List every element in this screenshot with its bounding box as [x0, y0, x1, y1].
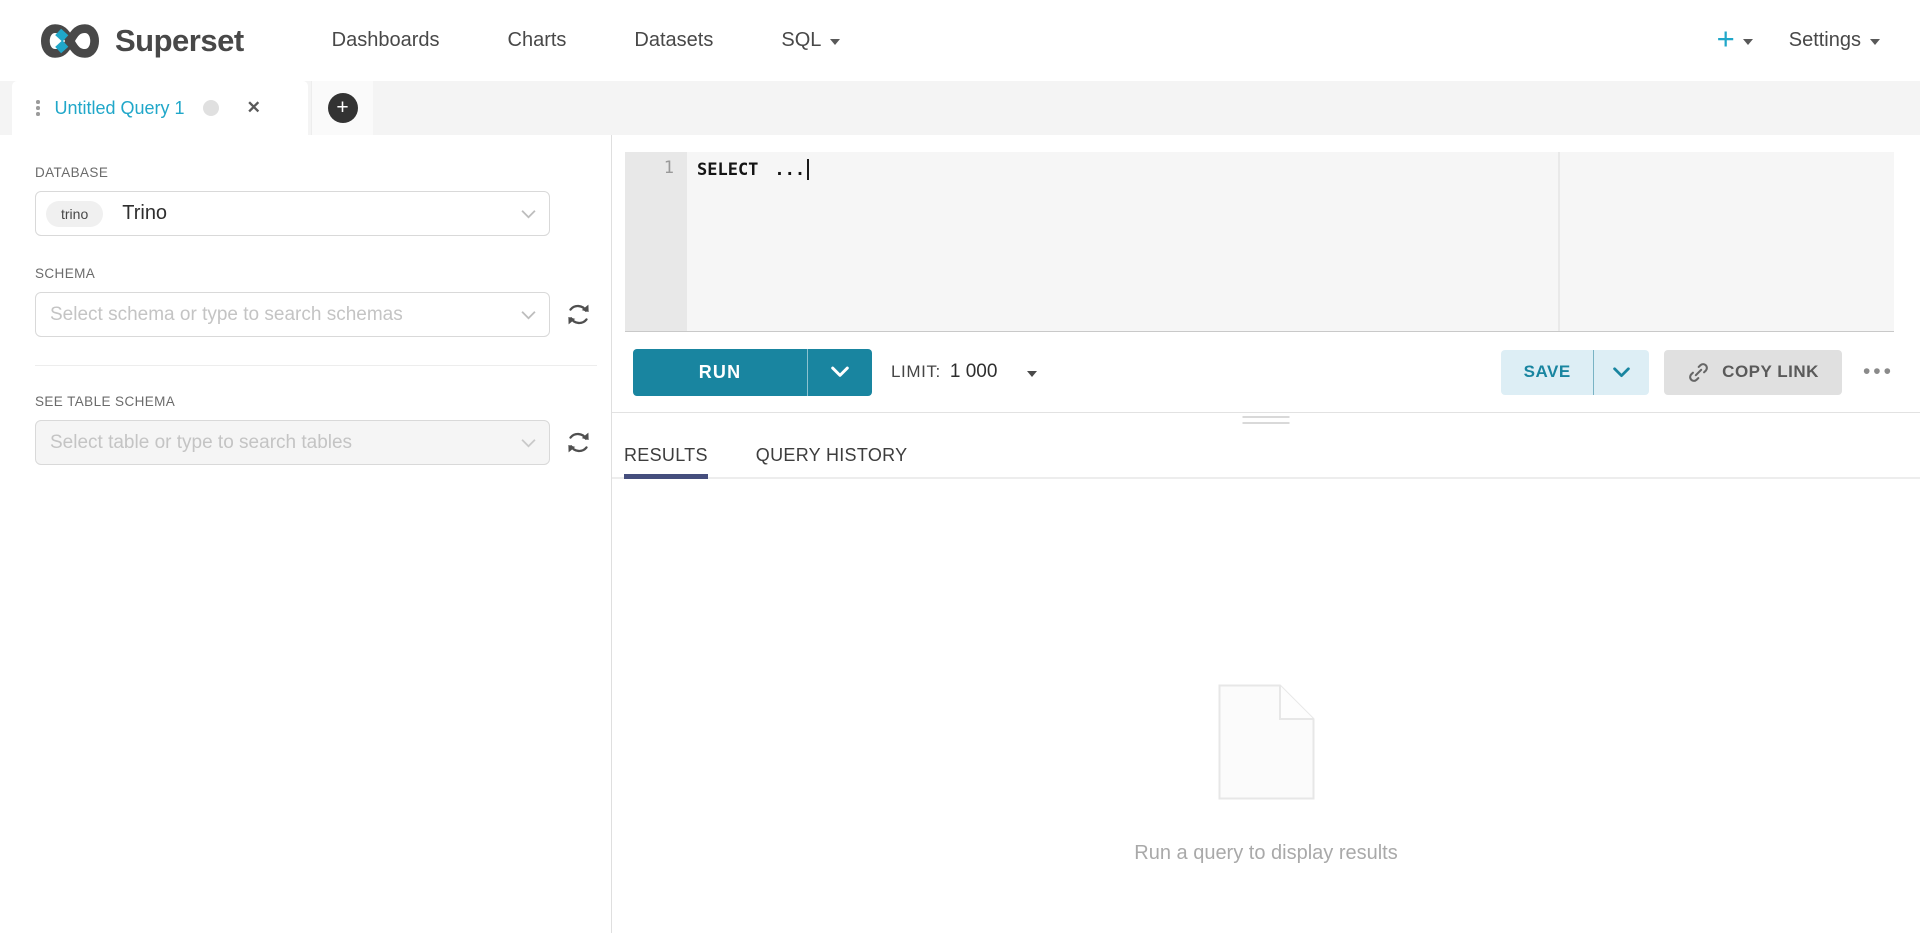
chevron-down-icon	[521, 209, 536, 219]
resize-drag-handle-icon[interactable]	[1243, 416, 1290, 424]
tab-untitled-query-1[interactable]: Untitled Query 1 ✕	[12, 81, 308, 135]
nav-sql-menu[interactable]: SQL	[781, 29, 840, 52]
refresh-tables-icon[interactable]	[565, 429, 592, 456]
save-button-group: SAVE	[1501, 350, 1649, 395]
line-number: 1	[664, 158, 674, 178]
new-item-menu[interactable]: +	[1717, 27, 1753, 54]
table-schema-label: SEE TABLE SCHEMA	[35, 394, 611, 409]
chevron-down-icon	[1613, 367, 1630, 378]
close-tab-icon[interactable]: ✕	[247, 98, 261, 118]
settings-menu[interactable]: Settings	[1789, 29, 1880, 52]
plus-circle-icon: +	[328, 93, 358, 123]
empty-state-message: Run a query to display results	[1134, 842, 1397, 865]
chevron-down-icon	[521, 438, 536, 448]
brand-name: Superset	[115, 23, 244, 59]
editor-wrapper: 1 SELECT...	[612, 135, 1920, 332]
nav-charts[interactable]: Charts	[508, 29, 567, 52]
sqllab-left-panel: DATABASE trino Trino SCHEMA Select schem…	[0, 135, 612, 933]
superset-infinity-icon	[37, 23, 103, 59]
results-tab-bar: RESULTS QUERY HISTORY	[612, 445, 1920, 479]
nav-datasets-label: Datasets	[634, 29, 713, 52]
caret-down-icon	[1027, 371, 1037, 377]
save-button[interactable]: SAVE	[1501, 350, 1593, 395]
save-options-button[interactable]	[1593, 350, 1649, 395]
schema-label: SCHEMA	[35, 266, 611, 281]
run-button[interactable]: RUN	[633, 349, 807, 396]
text-cursor	[807, 159, 809, 180]
table-select-placeholder: Select table or type to search tables	[46, 432, 352, 454]
panel-divider	[35, 365, 597, 366]
chevron-down-icon	[831, 366, 849, 378]
nav-dashboards-label: Dashboards	[332, 29, 440, 52]
chevron-down-icon	[1870, 39, 1880, 45]
database-label: DATABASE	[35, 165, 611, 180]
database-engine-badge: trino	[46, 201, 103, 227]
database-select-value: Trino	[122, 202, 167, 225]
sql-keyword: SELECT	[697, 160, 758, 180]
sqllab-right-pane: 1 SELECT... RUN LIMIT: 1 000	[612, 135, 1920, 933]
query-tab-strip: Untitled Query 1 ✕ +	[0, 81, 1920, 135]
results-empty-state: Run a query to display results	[612, 684, 1920, 865]
refresh-schemas-icon[interactable]	[565, 301, 592, 328]
link-icon	[1687, 361, 1710, 384]
navbar-right: + Settings	[1717, 27, 1880, 54]
superset-logo[interactable]: Superset	[37, 23, 244, 59]
schema-field-group: SCHEMA Select schema or type to search s…	[35, 266, 611, 337]
limit-dropdown[interactable]: LIMIT: 1 000	[891, 361, 1037, 383]
query-status-dot	[203, 100, 219, 116]
table-field-group: SEE TABLE SCHEMA Select table or type to…	[35, 394, 611, 465]
nav-charts-label: Charts	[508, 29, 567, 52]
database-select[interactable]: trino Trino	[35, 191, 550, 236]
sql-code-rest: ...	[774, 160, 805, 180]
tab-query-history[interactable]: QUERY HISTORY	[756, 445, 908, 479]
pane-divider	[612, 412, 1920, 413]
editor-gutter: 1	[625, 152, 687, 331]
main-nav: Dashboards Charts Datasets SQL	[332, 29, 841, 52]
main-area: DATABASE trino Trino SCHEMA Select schem…	[0, 135, 1920, 933]
plus-icon: +	[1717, 23, 1735, 54]
run-options-button[interactable]	[807, 349, 872, 396]
top-navbar: Superset Dashboards Charts Datasets SQL …	[0, 0, 1920, 81]
chevron-down-icon	[830, 39, 840, 45]
limit-value: 1 000	[950, 361, 998, 383]
nav-sql-label: SQL	[781, 29, 821, 52]
add-tab-button[interactable]: +	[311, 81, 373, 135]
document-icon	[1218, 684, 1315, 800]
tab-results[interactable]: RESULTS	[624, 445, 708, 479]
sql-editor[interactable]: 1 SELECT...	[625, 152, 1894, 332]
copy-link-button[interactable]: COPY LINK	[1664, 350, 1842, 395]
table-select[interactable]: Select table or type to search tables	[35, 420, 550, 465]
nav-dashboards[interactable]: Dashboards	[332, 29, 440, 52]
nav-datasets[interactable]: Datasets	[634, 29, 713, 52]
editor-print-margin	[1558, 152, 1560, 331]
database-field-group: DATABASE trino Trino	[35, 165, 611, 236]
chevron-down-icon	[521, 310, 536, 320]
run-button-group: RUN	[633, 349, 872, 396]
copy-link-label: COPY LINK	[1722, 362, 1819, 382]
toolbar-right-group: SAVE COPY LINK •••	[1501, 350, 1894, 395]
editor-code-line: SELECT...	[687, 152, 1894, 183]
editor-toolbar: RUN LIMIT: 1 000 SAVE	[612, 332, 1920, 412]
settings-label: Settings	[1789, 29, 1861, 52]
schema-select-placeholder: Select schema or type to search schemas	[46, 304, 403, 326]
query-tab-label: Untitled Query 1	[55, 98, 185, 119]
chevron-down-icon	[1743, 39, 1753, 45]
more-options-icon[interactable]: •••	[1863, 360, 1894, 384]
tab-menu-kebab-icon[interactable]	[36, 100, 40, 116]
schema-select[interactable]: Select schema or type to search schemas	[35, 292, 550, 337]
limit-label: LIMIT:	[891, 362, 941, 382]
